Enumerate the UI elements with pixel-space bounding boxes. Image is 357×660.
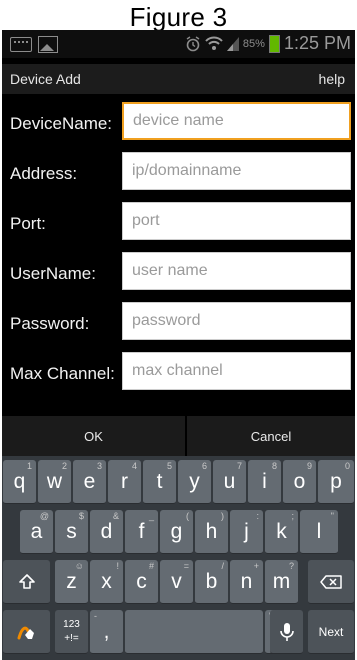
status-bar: 85% 1:25 PM xyxy=(2,30,355,58)
key-e[interactable]: 3e xyxy=(73,460,106,504)
shift-icon xyxy=(18,573,36,591)
image-notification-icon xyxy=(38,36,58,53)
key-x[interactable]: ! x xyxy=(90,560,123,604)
key-z[interactable]: ☺ z xyxy=(55,560,88,604)
shift-key[interactable] xyxy=(3,560,50,604)
key-n[interactable]: + n xyxy=(230,560,263,604)
cancel-button[interactable]: Cancel xyxy=(187,416,355,456)
help-button[interactable]: help xyxy=(319,71,345,87)
key-l[interactable]: " l xyxy=(300,510,338,554)
device-name-row: DeviceName: xyxy=(2,102,355,144)
keyboard-notification-icon xyxy=(10,37,32,52)
key-q[interactable]: 1q xyxy=(3,460,36,504)
address-row: Address: xyxy=(2,152,355,194)
key-v[interactable]: = v xyxy=(160,560,193,604)
app-bar: Device Add help xyxy=(2,64,355,94)
key-g[interactable]: (g xyxy=(160,510,193,554)
microphone-icon xyxy=(279,622,294,642)
key-j[interactable]: :j xyxy=(230,510,263,554)
alarm-icon xyxy=(185,35,201,52)
key-a[interactable]: @ a xyxy=(20,510,53,554)
backspace-icon xyxy=(320,574,342,589)
key-h[interactable]: ) h xyxy=(195,510,228,554)
voice-input-key[interactable] xyxy=(270,610,303,654)
swype-icon xyxy=(16,623,38,641)
username-label: UserName: xyxy=(10,264,96,283)
symbols-key[interactable]: 123 +!= xyxy=(55,610,88,654)
key-d[interactable]: & d xyxy=(90,510,123,554)
clock: 1:25 PM xyxy=(283,33,351,53)
password-input[interactable] xyxy=(122,302,351,340)
soft-keyboard: 1q 2w 3e 4r 5t 6y 7u 8i 9o 0p @ a $ s & d _… xyxy=(2,456,355,660)
address-input[interactable] xyxy=(122,152,351,190)
swype-key[interactable] xyxy=(3,610,50,654)
battery-percent: 85% xyxy=(242,37,265,50)
device-name-input[interactable] xyxy=(122,102,351,140)
figure-caption: Figure 3 xyxy=(129,2,228,32)
password-label: Password: xyxy=(10,314,90,333)
username-input[interactable] xyxy=(122,252,351,290)
page-title: Device Add xyxy=(10,71,81,87)
key-u[interactable]: 7u xyxy=(213,460,246,504)
signal-icon xyxy=(226,36,239,51)
address-label: Address: xyxy=(10,164,78,183)
max-channel-label: Max Channel: xyxy=(10,364,115,383)
key-t[interactable]: 5t xyxy=(143,460,176,504)
battery-icon xyxy=(268,34,280,53)
max-channel-row: Max Channel: xyxy=(2,352,355,394)
key-i[interactable]: 8i xyxy=(248,460,281,504)
key-s[interactable]: $ s xyxy=(55,510,88,554)
device-name-label: DeviceName: xyxy=(10,114,113,133)
next-key[interactable]: Next xyxy=(308,610,354,654)
key-k[interactable]: ; k xyxy=(265,510,298,554)
key-w[interactable]: 2w xyxy=(38,460,71,504)
key-m[interactable]: ? m xyxy=(265,560,298,604)
comma-key[interactable]: -, xyxy=(90,610,123,654)
port-input[interactable] xyxy=(122,202,351,240)
port-row: Port: xyxy=(2,202,355,244)
key-f[interactable]: _ f xyxy=(125,510,158,554)
wifi-icon xyxy=(205,36,223,51)
username-row: UserName: xyxy=(2,252,355,294)
phone-screen: 85% 1:25 PM Device Add help DeviceName: … xyxy=(2,30,355,660)
password-row: Password: xyxy=(2,302,355,344)
key-o[interactable]: 9o xyxy=(283,460,316,504)
key-y[interactable]: 6y xyxy=(178,460,211,504)
space-key[interactable] xyxy=(125,610,263,654)
key-b[interactable]: / b xyxy=(195,560,228,604)
port-label: Port: xyxy=(10,214,46,233)
max-channel-input[interactable] xyxy=(122,352,351,390)
key-r[interactable]: 4r xyxy=(108,460,141,504)
dialog-buttons: OK Cancel xyxy=(2,416,355,456)
key-p[interactable]: 0p xyxy=(318,460,354,504)
backspace-key[interactable] xyxy=(308,560,354,604)
key-c[interactable]: # c xyxy=(125,560,158,604)
ok-button[interactable]: OK xyxy=(2,416,185,456)
